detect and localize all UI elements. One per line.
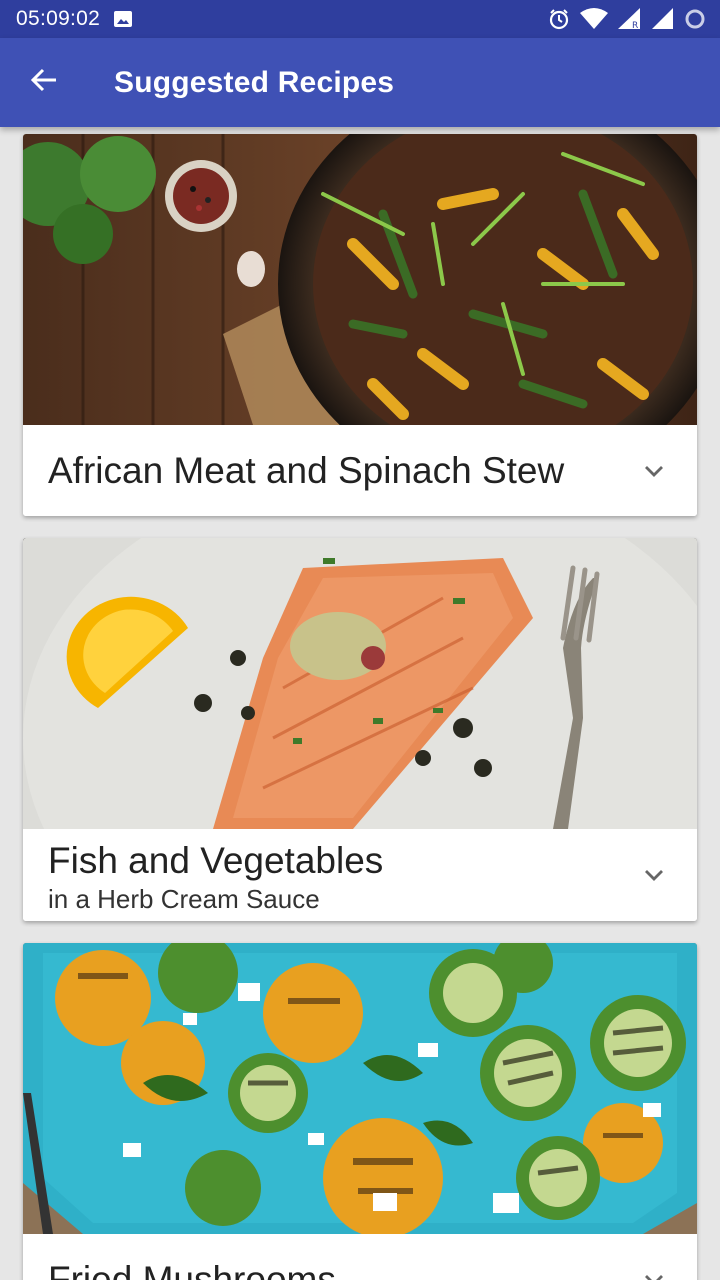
signal-r-icon: R (618, 8, 642, 30)
recipe-title: Fried Mushrooms (48, 1259, 336, 1280)
status-bar: 05:09:02 R (0, 0, 720, 38)
image-icon (114, 11, 133, 27)
sync-circle-icon (684, 8, 706, 30)
wifi-icon (580, 8, 608, 30)
app-bar: Suggested Recipes (0, 38, 720, 127)
recipe-image (23, 134, 697, 425)
recipe-card[interactable]: African Meat and Spinach Stew (23, 134, 697, 516)
recipe-card[interactable]: Fried Mushrooms (23, 943, 697, 1280)
status-time: 05:09:02 (16, 7, 101, 30)
recipe-list[interactable]: African Meat and Spinach Stew Fish and V… (0, 127, 720, 1280)
svg-text:R: R (632, 21, 638, 30)
signal-icon (652, 8, 674, 30)
arrow-back-icon (30, 66, 58, 99)
recipe-card-footer[interactable]: African Meat and Spinach Stew (23, 425, 697, 516)
page-title: Suggested Recipes (114, 65, 395, 99)
recipe-title: African Meat and Spinach Stew (48, 450, 565, 491)
recipe-card-footer[interactable]: Fish and Vegetables in a Herb Cream Sauc… (23, 829, 697, 921)
recipe-subtitle: in a Herb Cream Sauce (48, 884, 320, 914)
chevron-down-icon[interactable] (641, 458, 667, 484)
recipe-title: Fish and Vegetables (48, 840, 384, 881)
chevron-down-icon[interactable] (641, 862, 667, 888)
recipe-image (23, 943, 697, 1234)
recipe-card[interactable]: Fish and Vegetables in a Herb Cream Sauc… (23, 538, 697, 921)
back-button[interactable] (0, 38, 88, 127)
recipe-card-footer[interactable]: Fried Mushrooms (23, 1234, 697, 1280)
recipe-image (23, 538, 697, 829)
chevron-down-icon[interactable] (641, 1267, 667, 1280)
alarm-icon (548, 8, 570, 30)
